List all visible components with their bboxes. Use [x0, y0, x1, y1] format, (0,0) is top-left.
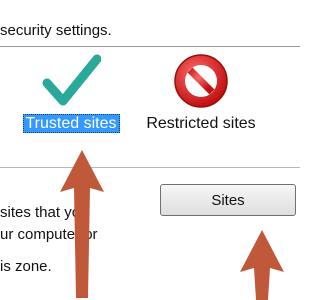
description-line-3: is zone.	[0, 258, 52, 275]
zone-label-trusted: Trusted sites	[22, 114, 120, 133]
instruction-text: security settings.	[0, 22, 112, 39]
checkmark-icon	[42, 54, 101, 106]
zone-list: Trusted sites Restricted sites	[0, 46, 300, 168]
zone-restricted-sites[interactable]: Restricted sites	[136, 51, 266, 133]
zone-label-restricted: Restricted sites	[146, 115, 256, 132]
no-entry-icon	[174, 54, 228, 108]
annotation-arrow-icon	[240, 230, 284, 300]
zone-trusted-sites[interactable]: Trusted sites	[8, 51, 134, 133]
sites-button[interactable]: Sites	[160, 184, 296, 216]
annotation-arrow-icon	[60, 150, 104, 298]
